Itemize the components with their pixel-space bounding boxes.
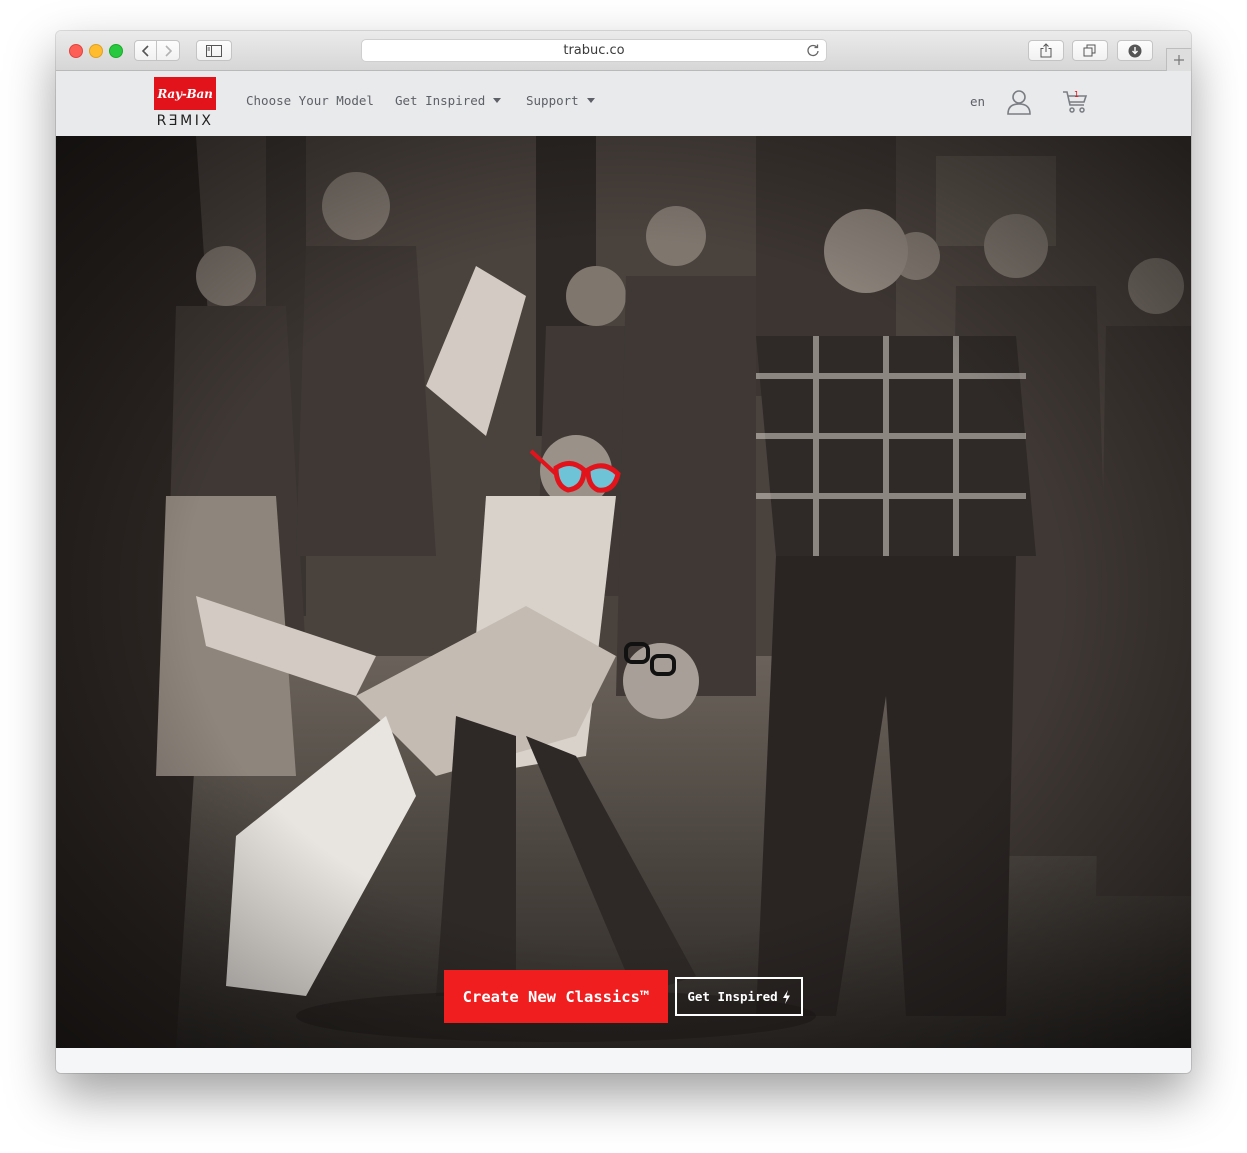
chevron-down-icon [493,98,502,103]
hero-banner: Create New Classics™ Get Inspired [56,136,1191,1048]
reload-icon[interactable] [806,43,820,58]
sidebar-button[interactable] [196,40,232,61]
nav-label: Choose Your Model [246,93,374,108]
tabs-icon [1083,44,1096,57]
sidebar-icon [206,44,222,57]
title-bar: trabuc.co [56,31,1191,71]
cart-count-badge: 1 [1074,90,1080,99]
create-new-classics-button[interactable]: Create New Classics™ [444,970,668,1023]
nav-label: Get Inspired [395,93,486,108]
page-below-fold [56,1048,1191,1073]
web-page: Ray-Ban RƎMIX Choose Your Model Get Insp… [56,71,1191,1073]
url-text: trabuc.co [563,43,625,58]
downloads-icon [1128,44,1142,57]
language-selector[interactable]: en [970,94,985,109]
downloads-button[interactable] [1117,40,1153,61]
address-bar[interactable]: trabuc.co [361,39,827,62]
zoom-window-button[interactable] [109,44,123,58]
user-account-icon[interactable] [1007,89,1031,115]
nav-label: Support [526,93,579,108]
forward-button[interactable] [157,40,180,61]
nav-choose-your-model[interactable]: Choose Your Model [246,93,374,108]
new-tab-button[interactable] [1166,48,1191,71]
share-icon [1040,43,1052,58]
back-icon [141,44,149,57]
get-inspired-label: Get Inspired [687,989,778,1004]
get-inspired-button[interactable]: Get Inspired [675,977,803,1016]
nav-support[interactable]: Support [526,93,595,108]
site-header: Ray-Ban RƎMIX Choose Your Model Get Insp… [56,71,1191,136]
browser-window: trabuc.co Ray-Ban RƎMIX Choose Your Mode… [56,31,1191,1073]
rayban-remix-logo[interactable]: Ray-Ban RƎMIX [154,77,216,130]
forward-icon [165,44,173,57]
tabs-overview-button[interactable] [1072,40,1108,61]
rayban-badge: Ray-Ban [154,77,216,110]
back-button[interactable] [134,40,157,61]
nav-get-inspired[interactable]: Get Inspired [395,93,502,108]
hero-photo-dancers [56,136,1191,1048]
lightning-icon [782,989,790,1004]
remix-wordmark: RƎMIX [156,113,214,129]
new-tab-icon [1174,55,1184,65]
chevron-down-icon [586,98,595,103]
minimize-window-button[interactable] [89,44,103,58]
share-button[interactable] [1028,40,1064,61]
close-window-button[interactable] [69,44,83,58]
